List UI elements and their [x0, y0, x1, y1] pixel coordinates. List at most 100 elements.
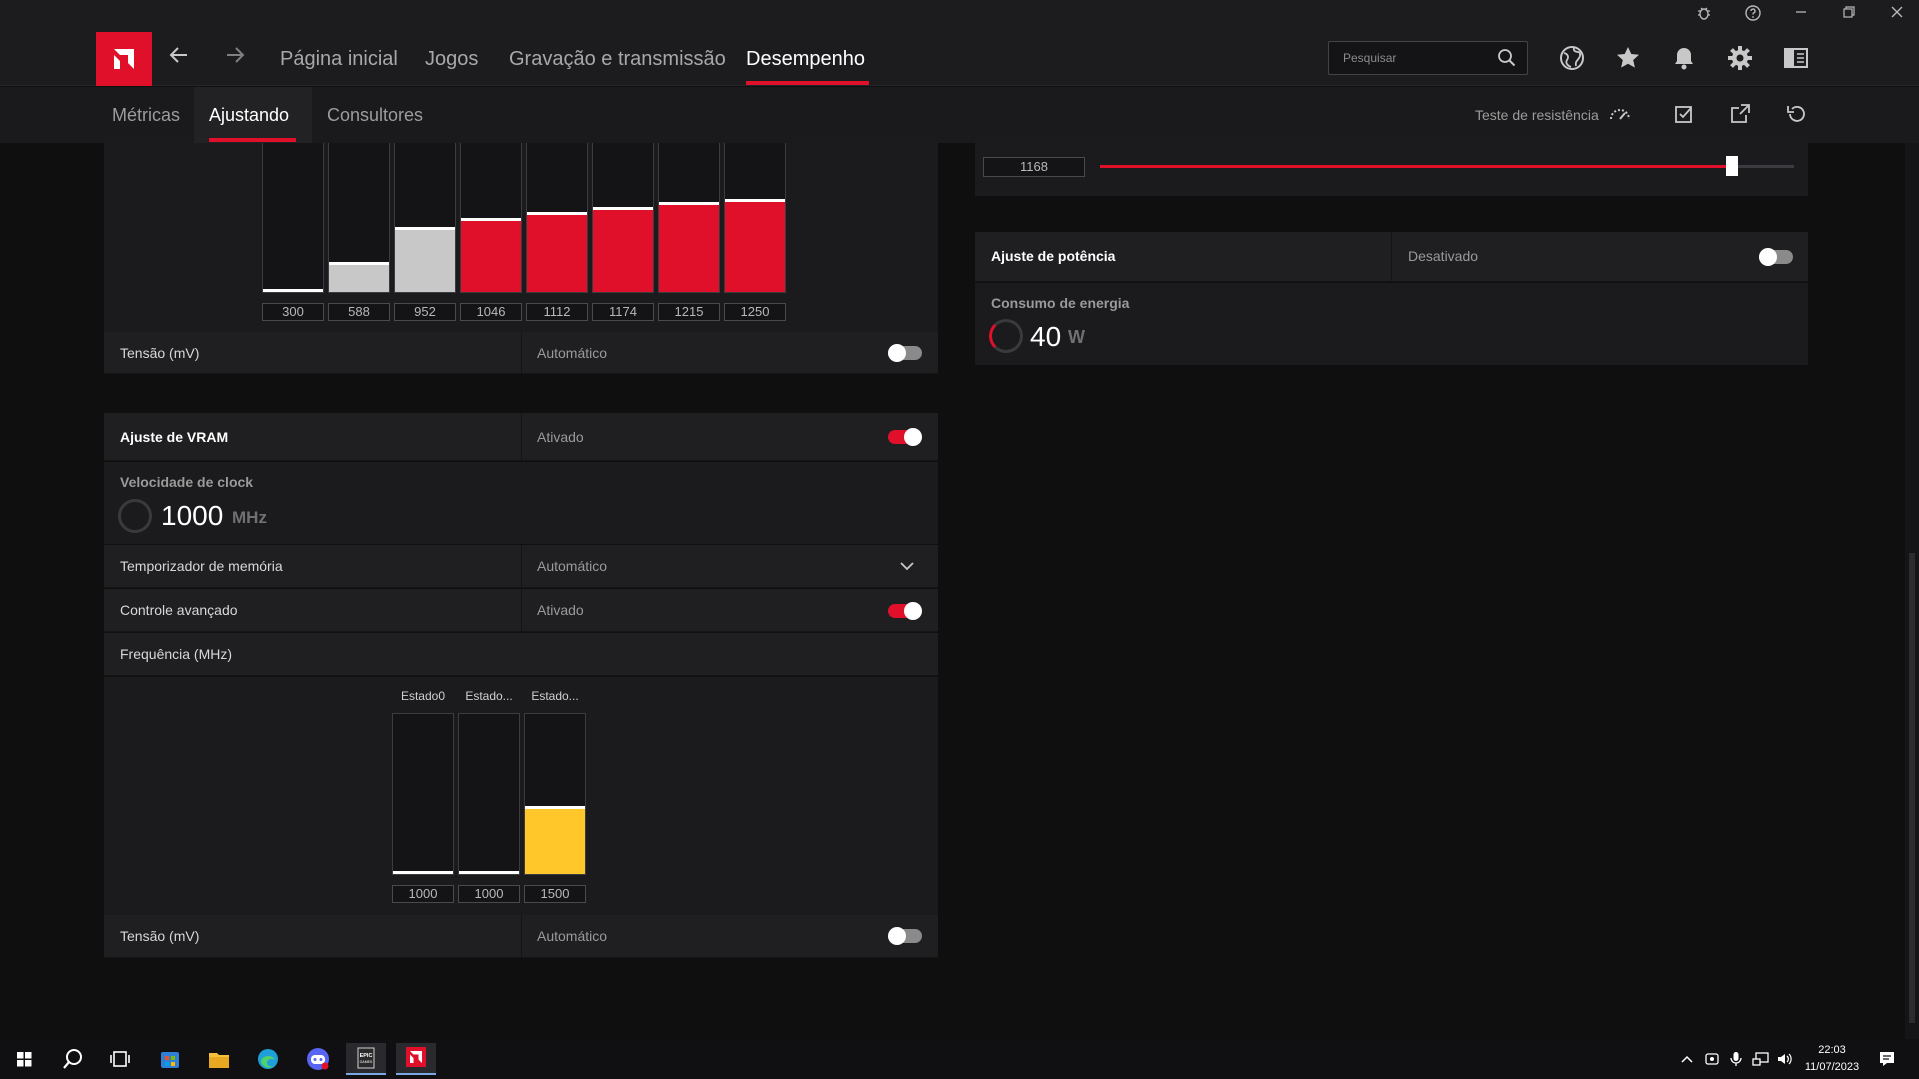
slider-thumb[interactable]: [1726, 156, 1738, 176]
gpu-curve-bar[interactable]: [262, 143, 324, 293]
vram-tuning-row: Ajuste de VRAM Ativado: [104, 413, 938, 461]
power-tuning-row: Ajuste de potência Desativado: [975, 232, 1808, 282]
amd-software-icon[interactable]: [396, 1043, 436, 1075]
edge-browser-icon[interactable]: [248, 1043, 288, 1075]
gpu-voltage-toggle[interactable]: [888, 344, 922, 362]
back-arrow-icon[interactable]: [168, 44, 190, 72]
vram-state-bar[interactable]: [524, 713, 586, 875]
title-bar: [0, 0, 1919, 30]
minimize-icon[interactable]: [1791, 5, 1811, 25]
gpu-curve-value[interactable]: 1174: [592, 303, 654, 321]
notifications-icon[interactable]: [1878, 1050, 1896, 1073]
notification-bell-icon[interactable]: [1670, 44, 1698, 72]
search-icon[interactable]: [1497, 48, 1517, 73]
divider: [521, 915, 522, 957]
gpu-curve-value[interactable]: 588: [328, 303, 390, 321]
volume-icon[interactable]: [1776, 1051, 1794, 1072]
gpu-curve-bar[interactable]: [724, 143, 786, 293]
star-icon[interactable]: [1614, 44, 1642, 72]
max-frequency-slider[interactable]: [1100, 156, 1794, 176]
gpu-curve-value[interactable]: 1046: [460, 303, 522, 321]
amd-logo[interactable]: [96, 32, 152, 86]
scrollbar-thumb[interactable]: [1909, 553, 1915, 1023]
stress-test-label[interactable]: Teste de resistência: [1475, 107, 1599, 123]
nav-home[interactable]: Página inicial: [280, 48, 398, 71]
export-profile-icon[interactable]: [1728, 102, 1752, 126]
vram-state-bar[interactable]: [392, 713, 454, 875]
tab-tuning[interactable]: Ajustando: [209, 105, 289, 126]
advanced-control-row: Controle avançado Ativado: [104, 589, 938, 632]
search-icon[interactable]: [52, 1043, 92, 1075]
gpu-curve-value[interactable]: 1215: [658, 303, 720, 321]
nav-performance[interactable]: Desempenho: [746, 48, 865, 71]
scrollbar[interactable]: [1905, 143, 1919, 1039]
network-icon[interactable]: [1752, 1051, 1770, 1072]
taskbar-clock[interactable]: 22:03 11/07/2023: [1800, 1042, 1864, 1076]
globe-icon[interactable]: [1558, 44, 1586, 72]
windows-start-icon[interactable]: [4, 1043, 44, 1075]
gpu-curve-value[interactable]: 300: [262, 303, 324, 321]
vram-tuning-toggle[interactable]: [888, 428, 922, 446]
close-icon[interactable]: [1887, 5, 1907, 25]
max-frequency-value[interactable]: 1168: [983, 157, 1085, 177]
discord-icon[interactable]: [298, 1043, 338, 1075]
store-icon[interactable]: [150, 1043, 190, 1075]
vram-state-header: Estado0: [400, 689, 446, 703]
gpu-curve-bar[interactable]: [328, 143, 390, 293]
bug-report-icon[interactable]: [1694, 5, 1714, 25]
power-tuning-label: Ajuste de potência: [991, 248, 1116, 264]
gpu-curve-bar[interactable]: [658, 143, 720, 293]
gpu-curve-bar[interactable]: [592, 143, 654, 293]
gpu-curve-bar[interactable]: [526, 143, 588, 293]
power-gauge-icon: [989, 319, 1023, 353]
vram-state-value[interactable]: 1000: [458, 885, 520, 903]
tray-app-icon[interactable]: [1704, 1051, 1720, 1072]
advanced-control-toggle[interactable]: [888, 602, 922, 620]
microphone-icon[interactable]: [1728, 1051, 1744, 1072]
advanced-control-value: Ativado: [537, 602, 584, 618]
vram-clock-panel: Velocidade de clock 1000 MHz: [104, 462, 938, 544]
power-consumption-unit: W: [1068, 327, 1085, 347]
chevron-down-icon[interactable]: [899, 559, 915, 578]
tray-chevron-up-icon[interactable]: [1680, 1052, 1694, 1071]
task-view-icon[interactable]: [100, 1043, 140, 1075]
nav-games[interactable]: Jogos: [425, 48, 478, 71]
file-explorer-icon[interactable]: [199, 1043, 239, 1075]
vram-clock-label: Velocidade de clock: [120, 474, 254, 490]
restore-icon[interactable]: [1839, 5, 1859, 25]
tab-advisors[interactable]: Consultores: [327, 105, 423, 126]
frequency-label: Frequência (MHz): [120, 646, 233, 662]
gpu-curve-bar-fill: [263, 289, 323, 292]
tab-metrics[interactable]: Métricas: [112, 105, 180, 126]
power-consumption-panel: Consumo de energia 40 W: [975, 283, 1808, 365]
search-box[interactable]: Pesquisar: [1328, 41, 1528, 75]
gpu-curve-bar[interactable]: [460, 143, 522, 293]
gpu-curve-value[interactable]: 952: [394, 303, 456, 321]
gpu-curve-value[interactable]: 1250: [724, 303, 786, 321]
gpu-curve-bar[interactable]: [394, 143, 456, 293]
vram-voltage-label: Tensão (mV): [120, 928, 200, 944]
gpu-curve-bar-fill: [527, 212, 587, 292]
forward-arrow-icon[interactable]: [224, 44, 246, 72]
vram-state-value[interactable]: 1500: [524, 885, 586, 903]
vram-voltage-value: Automático: [537, 928, 608, 944]
reset-icon[interactable]: [1784, 102, 1808, 126]
settings-gear-icon[interactable]: [1726, 44, 1754, 72]
stress-test-gauge-icon[interactable]: [1608, 102, 1632, 126]
epic-games-icon[interactable]: EPIC GAMES: [346, 1043, 386, 1075]
vram-voltage-toggle[interactable]: [888, 927, 922, 945]
gpu-curve-value[interactable]: 1112: [526, 303, 588, 321]
memory-timing-row[interactable]: Temporizador de memória Automático: [104, 545, 938, 588]
memory-timing-value[interactable]: Automático: [537, 558, 607, 574]
vram-state-header: Estado...: [465, 689, 513, 703]
vram-state-bar[interactable]: [458, 713, 520, 875]
svg-text:GAMES: GAMES: [360, 1060, 373, 1064]
nav-recording[interactable]: Gravação e transmissão: [509, 48, 726, 71]
power-tuning-toggle[interactable]: [1759, 248, 1793, 266]
sidebar-panel-icon[interactable]: [1782, 44, 1810, 72]
vram-state-value[interactable]: 1000: [392, 885, 454, 903]
apply-changes-icon[interactable]: [1672, 102, 1696, 126]
divider: [521, 332, 522, 373]
help-icon[interactable]: [1743, 5, 1763, 25]
vram-state-header: Estado...: [531, 689, 579, 703]
